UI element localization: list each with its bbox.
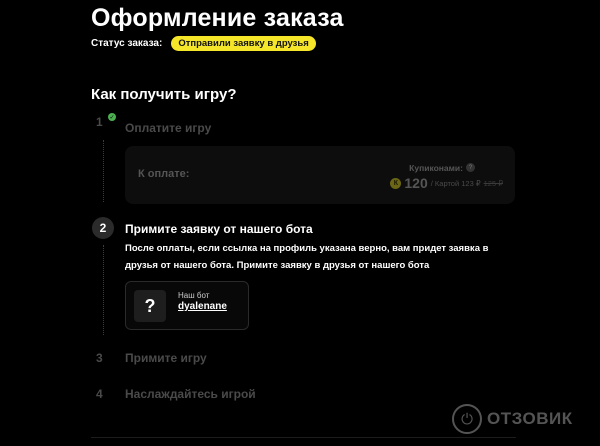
step-connector: [103, 140, 104, 202]
page-title: Оформление заказа: [91, 4, 344, 32]
step-3-number: 3: [96, 351, 103, 365]
otzovik-logo-icon: ⏻: [452, 404, 482, 434]
step-2-description: После оплаты, если ссылка на профиль ука…: [125, 243, 489, 271]
step-4-label: Наслаждайтесь игрой: [125, 387, 256, 401]
watermark-text: ОТЗОВИК: [487, 409, 573, 428]
status-label: Статус заказа:: [91, 38, 163, 49]
step-1-label: Оплатите игру: [125, 121, 212, 135]
bot-label: Наш бот: [178, 291, 210, 300]
status-badge: Отправили заявку в друзья: [171, 36, 316, 51]
coupon-label: Купиконами:: [409, 163, 463, 173]
step-1-number: 1: [96, 115, 103, 129]
price-row: К 120 / Картой 123 ₽ 125 ₽: [390, 175, 503, 191]
section-title: Как получить игру?: [91, 86, 237, 103]
step-2-number: 2: [92, 217, 114, 239]
payment-box: К оплате: Купиконами: ? К 120 / Картой 1…: [125, 146, 515, 204]
divider: [91, 437, 516, 438]
step-2-label: Примите заявку от нашего бота: [125, 222, 313, 236]
step-connector: [103, 245, 104, 335]
coin-icon: К: [390, 177, 402, 189]
step-3-label: Примите игру: [125, 351, 207, 365]
old-price: 125 ₽: [483, 178, 503, 188]
coupon-price: 120: [404, 175, 428, 191]
help-icon[interactable]: ?: [466, 163, 475, 172]
bot-avatar: ?: [134, 290, 166, 322]
bot-profile-link[interactable]: dyalenane: [178, 301, 227, 312]
check-icon: ✓: [108, 113, 116, 121]
watermark: ⏻ ОТЗОВИК: [452, 404, 573, 434]
payment-label: К оплате:: [138, 168, 190, 180]
card-price: / Картой 123 ₽: [430, 178, 481, 188]
step-4-number: 4: [96, 387, 103, 401]
order-status: Статус заказа: Отправили заявку в друзья: [91, 36, 316, 51]
bot-card[interactable]: ? Наш бот dyalenane: [125, 281, 249, 330]
